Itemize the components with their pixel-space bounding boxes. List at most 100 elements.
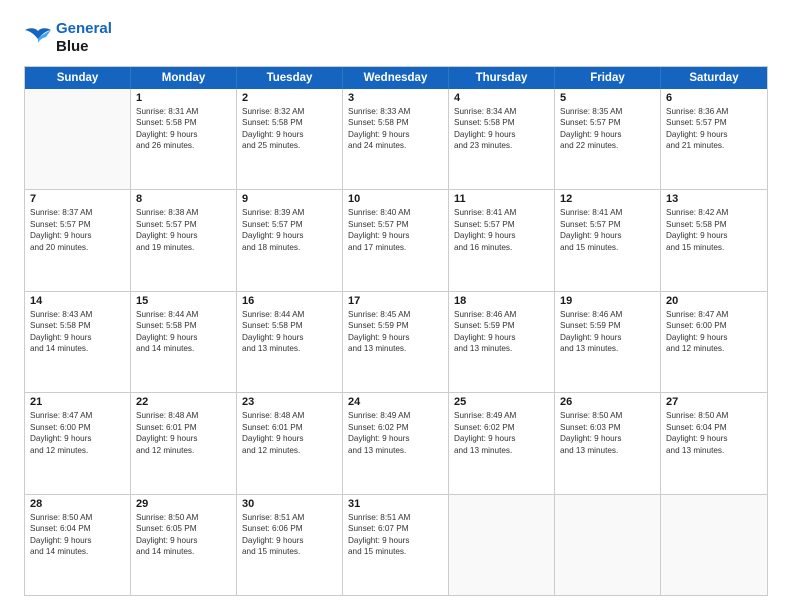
day-cell-6: 6Sunrise: 8:36 AMSunset: 5:57 PMDaylight… [661,89,767,189]
day-number: 12 [560,193,655,205]
day-number: 31 [348,498,443,510]
day-header-friday: Friday [555,67,661,89]
day-info: Sunrise: 8:41 AMSunset: 5:57 PMDaylight:… [454,207,549,253]
day-number: 14 [30,295,125,307]
day-cell-7: 7Sunrise: 8:37 AMSunset: 5:57 PMDaylight… [25,190,131,290]
week-row-3: 14 Sunrise: 8:43 AMSunset: 5:58 PMDayligh… [25,292,767,393]
day-info: Sunrise: 8:37 AMSunset: 5:57 PMDaylight:… [30,207,125,253]
day-number: 15 [136,295,231,307]
day-header-monday: Monday [131,67,237,89]
day-cell-5: 5 Sunrise: 8:35 AMSunset: 5:57 PMDaylight… [555,89,661,189]
logo-icon [24,27,52,49]
calendar-header: SundayMondayTuesdayWednesdayThursdayFrid… [25,67,767,89]
day-number: 9 [242,193,337,205]
day-number: 16 [242,295,337,307]
day-cell-1: 1Sunrise: 8:31 AMSunset: 5:58 PMDaylight… [131,89,237,189]
day-info: Sunrise: 8:49 AMSunset: 6:02 PMDaylight:… [454,410,549,456]
day-cell-empty [25,89,131,189]
week-row-1: 1Sunrise: 8:31 AMSunset: 5:58 PMDaylight… [25,89,767,190]
day-info: Sunrise: 8:42 AMSunset: 5:58 PMDaylight:… [666,207,762,253]
week-row-2: 7Sunrise: 8:37 AMSunset: 5:57 PMDaylight… [25,190,767,291]
day-info: Sunrise: 8:41 AMSunset: 5:57 PMDaylight:… [560,207,655,253]
day-info: Sunrise: 8:36 AMSunset: 5:57 PMDaylight:… [666,106,762,152]
day-number: 5 [560,92,655,104]
week-row-4: 21Sunrise: 8:47 AMSunset: 6:00 PMDayligh… [25,393,767,494]
day-number: 10 [348,193,443,205]
calendar: SundayMondayTuesdayWednesdayThursdayFrid… [24,66,768,596]
day-number: 24 [348,396,443,408]
day-cell-27: 27 Sunrise: 8:50 AMSunset: 6:04 PMDayligh… [661,393,767,493]
day-cell-2: 2 Sunrise: 8:32 AMSunset: 5:58 PMDaylight… [237,89,343,189]
day-info: Sunrise: 8:47 AMSunset: 6:00 PMDaylight:… [666,309,762,355]
day-number: 11 [454,193,549,205]
day-header-tuesday: Tuesday [237,67,343,89]
day-info: Sunrise: 8:39 AMSunset: 5:57 PMDaylight:… [242,207,337,253]
day-number: 26 [560,396,655,408]
day-cell-12: 12 Sunrise: 8:41 AMSunset: 5:57 PMDayligh… [555,190,661,290]
day-info: Sunrise: 8:35 AMSunset: 5:57 PMDaylight:… [560,106,655,152]
day-info: Sunrise: 8:33 AMSunset: 5:58 PMDaylight:… [348,106,443,152]
day-cell-26: 26Sunrise: 8:50 AMSunset: 6:03 PMDayligh… [555,393,661,493]
week-row-5: 28 Sunrise: 8:50 AMSunset: 6:04 PMDayligh… [25,495,767,595]
day-info: Sunrise: 8:49 AMSunset: 6:02 PMDaylight:… [348,410,443,456]
day-info: Sunrise: 8:50 AMSunset: 6:04 PMDaylight:… [30,512,125,558]
day-number: 2 [242,92,337,104]
day-info: Sunrise: 8:47 AMSunset: 6:00 PMDaylight:… [30,410,125,456]
day-cell-29: 29 Sunrise: 8:50 AMSunset: 6:05 PMDayligh… [131,495,237,595]
day-cell-23: 23 Sunrise: 8:48 AMSunset: 6:01 PMDayligh… [237,393,343,493]
day-number: 20 [666,295,762,307]
day-number: 8 [136,193,231,205]
day-number: 25 [454,396,549,408]
day-info: Sunrise: 8:43 AMSunset: 5:58 PMDaylight:… [30,309,125,355]
day-cell-20: 20 Sunrise: 8:47 AMSunset: 6:00 PMDayligh… [661,292,767,392]
day-cell-empty [555,495,661,595]
day-number: 27 [666,396,762,408]
day-info: Sunrise: 8:45 AMSunset: 5:59 PMDaylight:… [348,309,443,355]
day-cell-19: 19Sunrise: 8:46 AMSunset: 5:59 PMDayligh… [555,292,661,392]
day-cell-31: 31 Sunrise: 8:51 AMSunset: 6:07 PMDayligh… [343,495,449,595]
day-number: 4 [454,92,549,104]
day-cell-28: 28 Sunrise: 8:50 AMSunset: 6:04 PMDayligh… [25,495,131,595]
day-info: Sunrise: 8:46 AMSunset: 5:59 PMDaylight:… [560,309,655,355]
day-number: 22 [136,396,231,408]
header: General Blue [24,20,768,56]
day-number: 18 [454,295,549,307]
day-info: Sunrise: 8:44 AMSunset: 5:58 PMDaylight:… [136,309,231,355]
day-info: Sunrise: 8:51 AMSunset: 6:07 PMDaylight:… [348,512,443,558]
day-header-thursday: Thursday [449,67,555,89]
day-cell-8: 8 Sunrise: 8:38 AMSunset: 5:57 PMDaylight… [131,190,237,290]
day-info: Sunrise: 8:44 AMSunset: 5:58 PMDaylight:… [242,309,337,355]
day-info: Sunrise: 8:40 AMSunset: 5:57 PMDaylight:… [348,207,443,253]
day-number: 1 [136,92,231,104]
day-cell-15: 15 Sunrise: 8:44 AMSunset: 5:58 PMDayligh… [131,292,237,392]
day-info: Sunrise: 8:50 AMSunset: 6:05 PMDaylight:… [136,512,231,558]
day-cell-4: 4 Sunrise: 8:34 AMSunset: 5:58 PMDaylight… [449,89,555,189]
day-number: 30 [242,498,337,510]
page: General Blue SundayMondayTuesdayWednesda… [0,0,792,612]
day-cell-11: 11 Sunrise: 8:41 AMSunset: 5:57 PMDayligh… [449,190,555,290]
day-cell-16: 16 Sunrise: 8:44 AMSunset: 5:58 PMDayligh… [237,292,343,392]
day-number: 17 [348,295,443,307]
day-info: Sunrise: 8:50 AMSunset: 6:04 PMDaylight:… [666,410,762,456]
day-header-saturday: Saturday [661,67,767,89]
day-cell-30: 30 Sunrise: 8:51 AMSunset: 6:06 PMDayligh… [237,495,343,595]
day-info: Sunrise: 8:38 AMSunset: 5:57 PMDaylight:… [136,207,231,253]
day-cell-empty [449,495,555,595]
day-header-sunday: Sunday [25,67,131,89]
day-cell-17: 17 Sunrise: 8:45 AMSunset: 5:59 PMDayligh… [343,292,449,392]
day-cell-9: 9 Sunrise: 8:39 AMSunset: 5:57 PMDaylight… [237,190,343,290]
day-cell-24: 24 Sunrise: 8:49 AMSunset: 6:02 PMDayligh… [343,393,449,493]
day-cell-18: 18Sunrise: 8:46 AMSunset: 5:59 PMDayligh… [449,292,555,392]
day-number: 29 [136,498,231,510]
day-number: 3 [348,92,443,104]
day-info: Sunrise: 8:34 AMSunset: 5:58 PMDaylight:… [454,106,549,152]
day-info: Sunrise: 8:51 AMSunset: 6:06 PMDaylight:… [242,512,337,558]
day-header-wednesday: Wednesday [343,67,449,89]
logo-text: General Blue [56,20,112,56]
day-number: 23 [242,396,337,408]
day-info: Sunrise: 8:48 AMSunset: 6:01 PMDaylight:… [242,410,337,456]
day-cell-empty [661,495,767,595]
day-cell-14: 14 Sunrise: 8:43 AMSunset: 5:58 PMDayligh… [25,292,131,392]
day-number: 28 [30,498,125,510]
day-info: Sunrise: 8:32 AMSunset: 5:58 PMDaylight:… [242,106,337,152]
